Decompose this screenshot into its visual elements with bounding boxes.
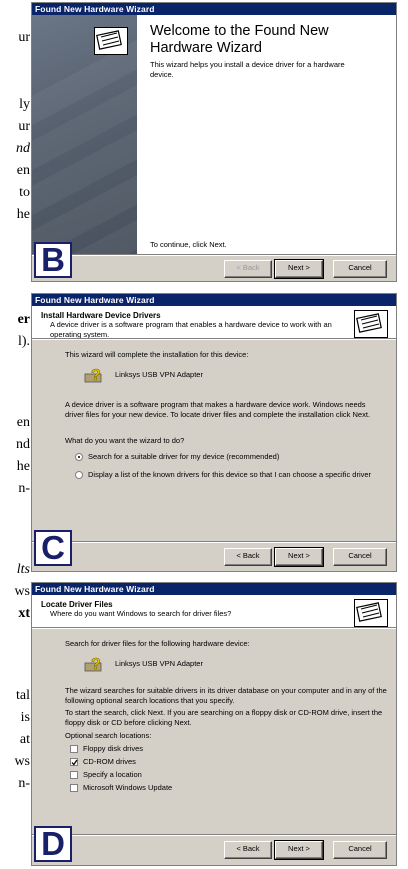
left-text-fragment: l). (17, 334, 30, 349)
dialog-titlebar: Found New Hardware Wizard (32, 3, 396, 15)
welcome-heading: Welcome to the Found New Hardware Wizard (150, 23, 329, 56)
hardware-icon (354, 310, 388, 338)
dialog-header: Locate Driver Files Where do you want Wi… (32, 595, 396, 627)
continue-instruction: To continue, click Next. (150, 240, 227, 249)
header-subtitle: Where do you want Windows to search for … (50, 609, 232, 618)
optional-locations-label: Optional search locations: (65, 731, 152, 740)
question-text: What do you want the wizard to do? (65, 436, 185, 445)
intro-text: Search for driver files for the followin… (65, 639, 250, 648)
search-driver-radio[interactable] (75, 453, 83, 461)
left-text-fragment: en (16, 163, 30, 178)
driver-explanation: A device driver is a software program th… (65, 400, 370, 419)
windows-update-label: Microsoft Windows Update (83, 783, 173, 792)
cancel-button[interactable]: Cancel (333, 548, 387, 566)
panel-label-c: C (34, 530, 72, 566)
start-search-explanation: To start the search, click Next. If you … (65, 708, 383, 727)
welcome-wizard-dialog: Found New Hardware Wizard Welcome to the… (31, 2, 397, 282)
welcome-description: This wizard helps you install a device d… (150, 60, 345, 79)
device-name: Linksys USB VPN Adapter (115, 370, 203, 379)
check-mark-icon (71, 759, 78, 766)
left-text-fragment: ws (14, 754, 30, 769)
install-drivers-dialog: Found New Hardware Wizard Install Hardwa… (31, 293, 397, 572)
search-explanation: The wizard searches for suitable drivers… (65, 686, 387, 705)
cancel-button[interactable]: Cancel (333, 260, 387, 278)
left-text-fragment: he (16, 207, 30, 222)
panel-label-b: B (34, 242, 72, 278)
floppy-checkbox[interactable] (70, 745, 78, 753)
hardware-icon (354, 599, 388, 627)
left-text-fragment: nd (16, 437, 30, 452)
header-title: Locate Driver Files (41, 600, 113, 609)
left-text-fragment: is (20, 710, 30, 725)
next-button[interactable]: Next > (274, 840, 324, 860)
left-text-fragment: ur (18, 30, 30, 45)
cdrom-label: CD-ROM drives (83, 757, 136, 766)
locate-driver-files-dialog: Found New Hardware Wizard Locate Driver … (31, 582, 397, 866)
dialog-titlebar: Found New Hardware Wizard (32, 583, 396, 595)
next-button[interactable]: Next > (274, 547, 324, 567)
dialog-titlebar: Found New Hardware Wizard (32, 294, 396, 306)
specify-location-checkbox[interactable] (70, 771, 78, 779)
back-button[interactable]: < Back (224, 841, 272, 859)
device-name: Linksys USB VPN Adapter (115, 659, 203, 668)
list-drivers-radio[interactable] (75, 471, 83, 479)
panel-label-d: D (34, 826, 72, 862)
hardware-icon (94, 27, 128, 55)
left-text-fragment: nd (16, 141, 30, 156)
list-drivers-option-label: Display a list of the known drivers for … (88, 470, 372, 479)
left-text-fragment: to (19, 185, 30, 200)
next-button[interactable]: Next > (274, 259, 324, 279)
cancel-button[interactable]: Cancel (333, 841, 387, 859)
left-text-fragment: tal (16, 688, 30, 703)
left-text-fragment: ly (19, 97, 30, 112)
left-text-fragment: n- (18, 776, 30, 791)
svg-text:?: ? (91, 656, 101, 673)
left-text-fragment: ws (14, 584, 30, 599)
header-title: Install Hardware Device Drivers (41, 311, 161, 320)
left-text-fragment: he (16, 459, 30, 474)
intro-text: This wizard will complete the installati… (65, 350, 249, 359)
specify-location-label: Specify a location (83, 770, 142, 779)
unknown-device-icon: ? (84, 367, 102, 384)
search-driver-option-label: Search for a suitable driver for my devi… (88, 452, 280, 461)
back-button[interactable]: < Back (224, 548, 272, 566)
left-text-fragment: en (16, 415, 30, 430)
floppy-label: Floppy disk drives (83, 744, 144, 753)
left-text-fragment: n- (18, 481, 30, 496)
windows-update-checkbox[interactable] (70, 784, 78, 792)
dialog-header: Install Hardware Device Drivers A device… (32, 306, 396, 339)
svg-text:?: ? (91, 367, 101, 384)
back-button[interactable]: < Back (224, 260, 272, 278)
left-text-fragment: ur (18, 119, 30, 134)
left-text-fragment: xt (18, 606, 30, 621)
left-text-fragment: at (19, 732, 30, 747)
unknown-device-icon: ? (84, 656, 102, 673)
header-subtitle: A device driver is a software program th… (50, 320, 332, 339)
left-text-fragment: er (17, 312, 30, 327)
left-text-fragment: lts (16, 562, 30, 577)
cdrom-checkbox[interactable] (70, 758, 78, 766)
